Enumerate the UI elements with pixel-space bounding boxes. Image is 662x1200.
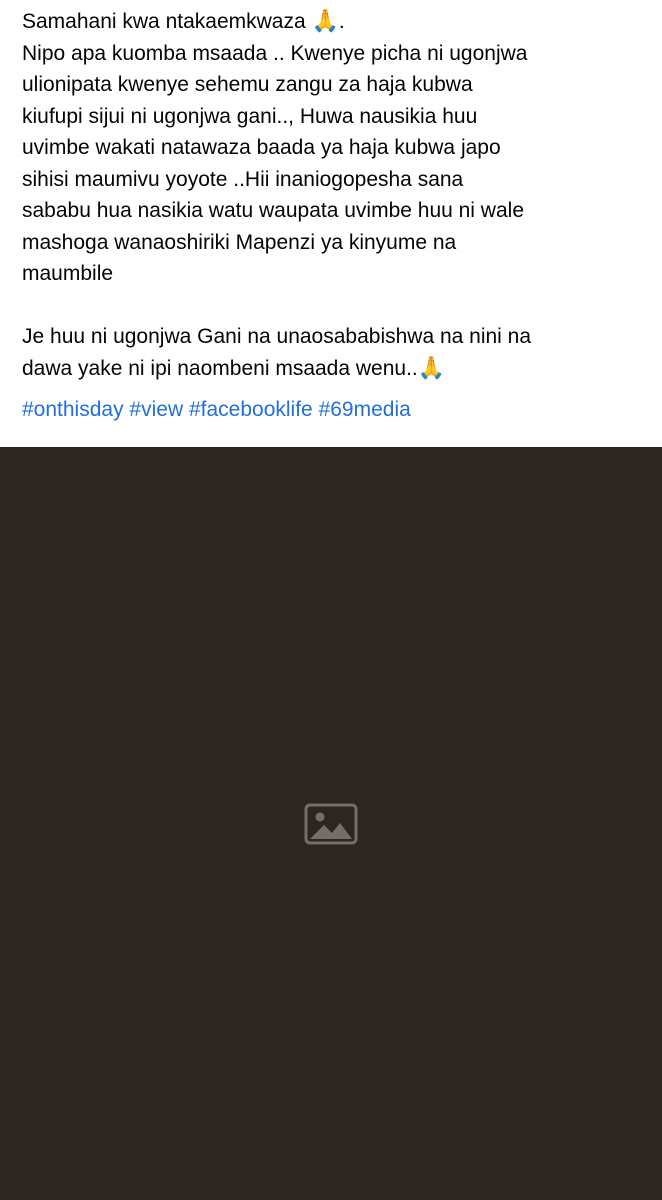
post-body: Samahani kwa ntakaemkwaza 🙏. Nipo apa ku… xyxy=(22,6,644,426)
post-line-text: . xyxy=(338,10,345,33)
post-line: uvimbe wakati natawaza baada ya haja kub… xyxy=(22,136,501,159)
image-icon xyxy=(304,803,358,844)
praying-hands-emoji: 🙏 xyxy=(311,9,339,34)
post-line-text: Samahani kwa ntakaemkwaza xyxy=(22,10,306,33)
hashtag-link-69media[interactable]: #69media xyxy=(319,398,411,421)
post-line: kiufupi sijui ni ugonjwa gani.., Huwa na… xyxy=(22,104,478,128)
post-line: sababu hua nasikia watu waupata uvimbe h… xyxy=(22,199,525,222)
post-paragraph-2: Je huu ni ugonjwa Gani na unaosababishwa… xyxy=(22,321,644,384)
post-line: mashoga wanaoshiriki Mapenzi ya kinyume … xyxy=(22,230,457,254)
hashtag-link-onthisday[interactable]: #onthisday xyxy=(22,398,124,421)
hashtag-link-view[interactable]: #view xyxy=(129,398,183,421)
post-line: sihisi maumivu yoyote ..Hii inaniogopesh… xyxy=(22,167,464,191)
post-line: Nipo apa kuomba msaada .. Kwenye picha n… xyxy=(22,41,528,65)
hashtag-row: #onthisday #view #facebooklife #69media xyxy=(22,394,644,426)
post-line-text: dawa yake ni ipi naombeni msaada wenu.. xyxy=(22,356,418,380)
post-line: dawa yake ni ipi naombeni msaada wenu..🙏 xyxy=(22,353,644,385)
praying-hands-emoji: 🙏 xyxy=(417,355,446,381)
post-paragraph-1: Samahani kwa ntakaemkwaza 🙏. Nipo apa ku… xyxy=(22,6,644,290)
post-line: Je huu ni ugonjwa Gani na unaosababishwa… xyxy=(22,325,532,348)
post-line: maumbile xyxy=(22,262,114,285)
post-photo[interactable] xyxy=(0,447,662,1200)
hashtag-link-facebooklife[interactable]: #facebooklife xyxy=(189,398,313,421)
post-line: ulionipata kwenye sehemu zangu za haja k… xyxy=(22,73,473,96)
post-line: Samahani kwa ntakaemkwaza 🙏. xyxy=(22,6,644,38)
post-card: Samahani kwa ntakaemkwaza 🙏. Nipo apa ku… xyxy=(0,0,662,1200)
